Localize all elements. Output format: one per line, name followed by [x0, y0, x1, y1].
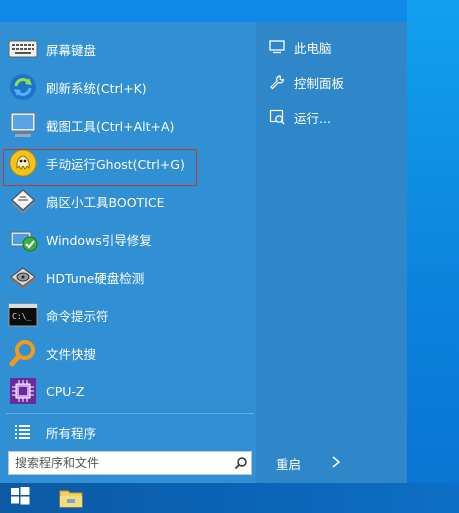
menu-separator — [6, 413, 254, 414]
start-button[interactable] — [0, 483, 40, 513]
right-item-label: 运行... — [294, 110, 331, 126]
folder-icon — [59, 488, 83, 512]
restart-button[interactable]: 重启 — [276, 451, 341, 475]
desktop-background-top — [0, 0, 459, 22]
right-item-run[interactable]: 运行... — [268, 104, 331, 130]
menu-item-screenshot-tool[interactable]: 截图工具(Ctrl+Alt+A) — [6, 108, 256, 142]
file-search-icon — [6, 336, 40, 370]
run-icon — [268, 108, 286, 126]
computer-icon — [268, 38, 286, 56]
all-programs-label: 所有程序 — [46, 425, 97, 441]
search-input[interactable] — [9, 453, 231, 473]
start-menu: 屏幕键盘 刷新系统(Ctrl+K) 截图工具(Ctrl+Alt+A) 手动运行G… — [0, 22, 407, 483]
menu-item-windows-boot-repair[interactable]: Windows引导修复 — [6, 222, 256, 256]
right-item-label: 此电脑 — [294, 40, 332, 56]
menu-item-cpu-z[interactable]: CPU-Z — [6, 374, 256, 408]
bootice-icon — [6, 184, 40, 218]
windows-logo-icon — [10, 486, 30, 510]
menu-item-label: HDTune硬盘检测 — [46, 270, 145, 286]
right-item-label: 控制面板 — [294, 75, 345, 91]
restart-label: 重启 — [276, 456, 302, 472]
search-box[interactable] — [8, 451, 252, 475]
keyboard-icon — [6, 32, 40, 66]
desktop-background-right — [407, 0, 459, 483]
list-icon — [6, 415, 40, 449]
svg-text:C:\_: C:\_ — [12, 312, 31, 321]
menu-item-refresh-system[interactable]: 刷新系统(Ctrl+K) — [6, 70, 256, 104]
control-panel-icon — [268, 73, 286, 91]
right-item-control-panel[interactable]: 控制面板 — [268, 69, 344, 95]
cpuz-icon — [6, 374, 40, 408]
all-programs-button[interactable]: 所有程序 — [6, 415, 256, 449]
menu-item-label: CPU-Z — [46, 383, 85, 399]
menu-item-onscreen-keyboard[interactable]: 屏幕键盘 — [6, 32, 256, 66]
cmd-icon: C:\_ — [6, 298, 40, 332]
chevron-right-icon[interactable] — [331, 455, 341, 472]
menu-item-command-prompt[interactable]: C:\_ 命令提示符 — [6, 298, 256, 332]
menu-item-hdtune[interactable]: HDTune硬盘检测 — [6, 260, 256, 294]
start-menu-left-panel: 屏幕键盘 刷新系统(Ctrl+K) 截图工具(Ctrl+Alt+A) 手动运行G… — [0, 22, 256, 483]
menu-item-label: 刷新系统(Ctrl+K) — [46, 80, 147, 96]
menu-item-label: Windows引导修复 — [46, 232, 152, 248]
menu-item-label: 命令提示符 — [46, 308, 109, 324]
menu-item-label: 截图工具(Ctrl+Alt+A) — [46, 118, 175, 134]
menu-item-file-search[interactable]: 文件快搜 — [6, 336, 256, 370]
menu-item-label: 屏幕键盘 — [46, 42, 97, 58]
selection-highlight-box — [3, 149, 197, 186]
menu-item-label: 扇区小工具BOOTICE — [46, 194, 165, 210]
menu-item-label: 文件快搜 — [46, 346, 97, 362]
menu-item-bootice[interactable]: 扇区小工具BOOTICE — [6, 184, 256, 218]
screenshot-icon — [6, 108, 40, 142]
refresh-icon — [6, 70, 40, 104]
file-explorer-button[interactable] — [56, 487, 86, 513]
hdtune-icon — [6, 260, 40, 294]
boot-repair-icon — [6, 222, 40, 256]
right-item-this-pc[interactable]: 此电脑 — [268, 34, 332, 60]
taskbar — [0, 483, 459, 513]
search-icon[interactable] — [231, 453, 251, 473]
